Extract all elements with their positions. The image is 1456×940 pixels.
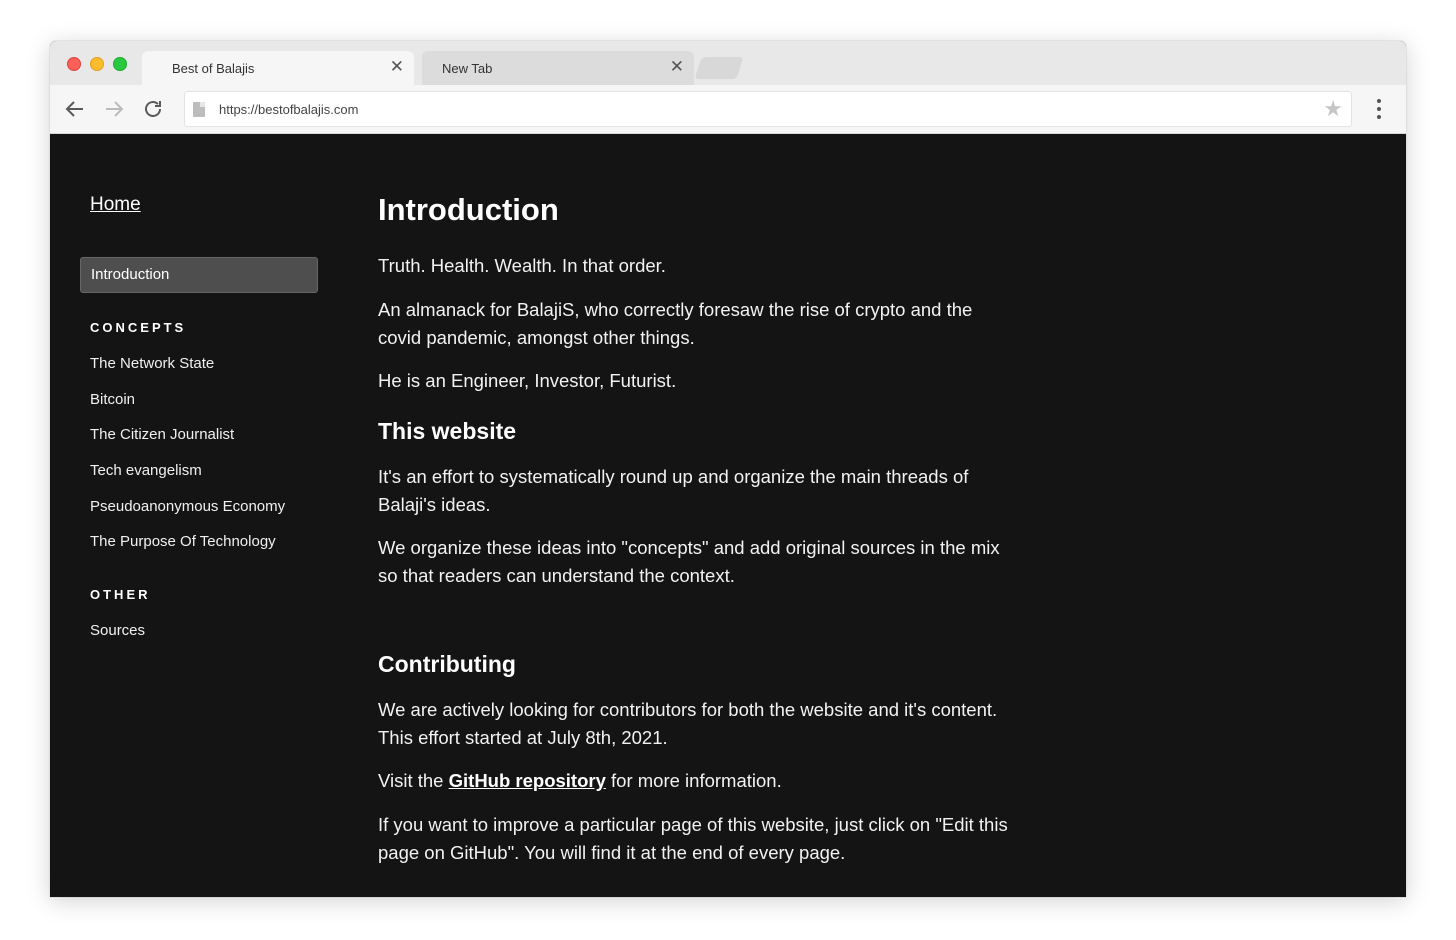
sidebar-item-network-state[interactable]: The Network State [90, 355, 214, 372]
contributing-paragraph: We are actively looking for contributors… [378, 699, 998, 748]
sidebar-heading-concepts: CONCEPTS [90, 320, 187, 335]
reload-icon[interactable] [141, 97, 165, 121]
section-heading-contributing: Contributing [378, 651, 516, 677]
visit-prefix: Visit the [378, 770, 449, 791]
sidebar-item-purpose-of-technology[interactable]: The Purpose Of Technology [90, 533, 276, 550]
sidebar-item-citizen-journalist[interactable]: The Citizen Journalist [90, 426, 234, 443]
sidebar-item-pseudoanonymous-economy[interactable]: Pseudoanonymous Economy [90, 498, 285, 515]
page-title: Introduction [378, 192, 559, 227]
browser-toolbar: https://bestofbalajis.com ★ [50, 85, 1406, 134]
minimize-window-button[interactable] [90, 57, 104, 71]
tab-close-icon[interactable]: ✕ [670, 57, 684, 77]
page-content: Home Introduction CONCEPTS The Network S… [50, 134, 1406, 897]
sidebar-item-tech-evangelism[interactable]: Tech evangelism [90, 462, 202, 479]
tab-bar: Best of Balajis ✕ New Tab ✕ [50, 41, 1406, 85]
intro-paragraph: He is an Engineer, Investor, Futurist. [378, 370, 677, 391]
tab-title: Best of Balajis [172, 61, 255, 76]
tab-best-of-balajis[interactable]: Best of Balajis ✕ [142, 51, 414, 85]
website-paragraph: It's an effort to systematically round u… [378, 466, 969, 515]
edit-page-paragraph: If you want to improve a particular page… [378, 814, 1008, 863]
back-arrow-icon[interactable] [63, 97, 87, 121]
bookmark-star-icon[interactable]: ★ [1323, 98, 1343, 120]
url-text[interactable]: https://bestofbalajis.com [219, 102, 358, 117]
forward-arrow-icon[interactable] [102, 97, 126, 121]
sidebar-heading-other: OTHER [90, 587, 151, 602]
intro-paragraph: An almanack for BalajiS, who correctly f… [378, 299, 973, 348]
page-icon [193, 102, 205, 117]
tab-close-icon[interactable]: ✕ [390, 57, 404, 77]
website-paragraph: We organize these ideas into "concepts" … [378, 537, 1000, 586]
sidebar-item-sources[interactable]: Sources [90, 622, 145, 639]
sidebar-item-introduction[interactable]: Introduction [80, 257, 318, 293]
tab-title: New Tab [442, 61, 493, 76]
kebab-menu-icon[interactable] [1370, 99, 1388, 121]
maximize-window-button[interactable] [113, 57, 127, 71]
github-repository-link[interactable]: GitHub repository [449, 770, 606, 791]
address-bar[interactable]: https://bestofbalajis.com ★ [184, 91, 1352, 127]
github-paragraph: Visit the GitHub repository for more inf… [378, 767, 1018, 795]
home-link[interactable]: Home [90, 194, 141, 216]
section-heading-this-website: This website [378, 418, 517, 444]
visit-suffix: for more information. [605, 770, 782, 791]
intro-paragraph: Truth. Health. Wealth. In that order. [378, 255, 666, 276]
new-tab-button[interactable] [694, 57, 744, 79]
browser-window: Best of Balajis ✕ New Tab ✕ https://best… [50, 41, 1406, 897]
close-window-button[interactable] [67, 57, 81, 71]
sidebar-item-bitcoin[interactable]: Bitcoin [90, 391, 135, 408]
tab-new-tab[interactable]: New Tab ✕ [422, 51, 694, 85]
